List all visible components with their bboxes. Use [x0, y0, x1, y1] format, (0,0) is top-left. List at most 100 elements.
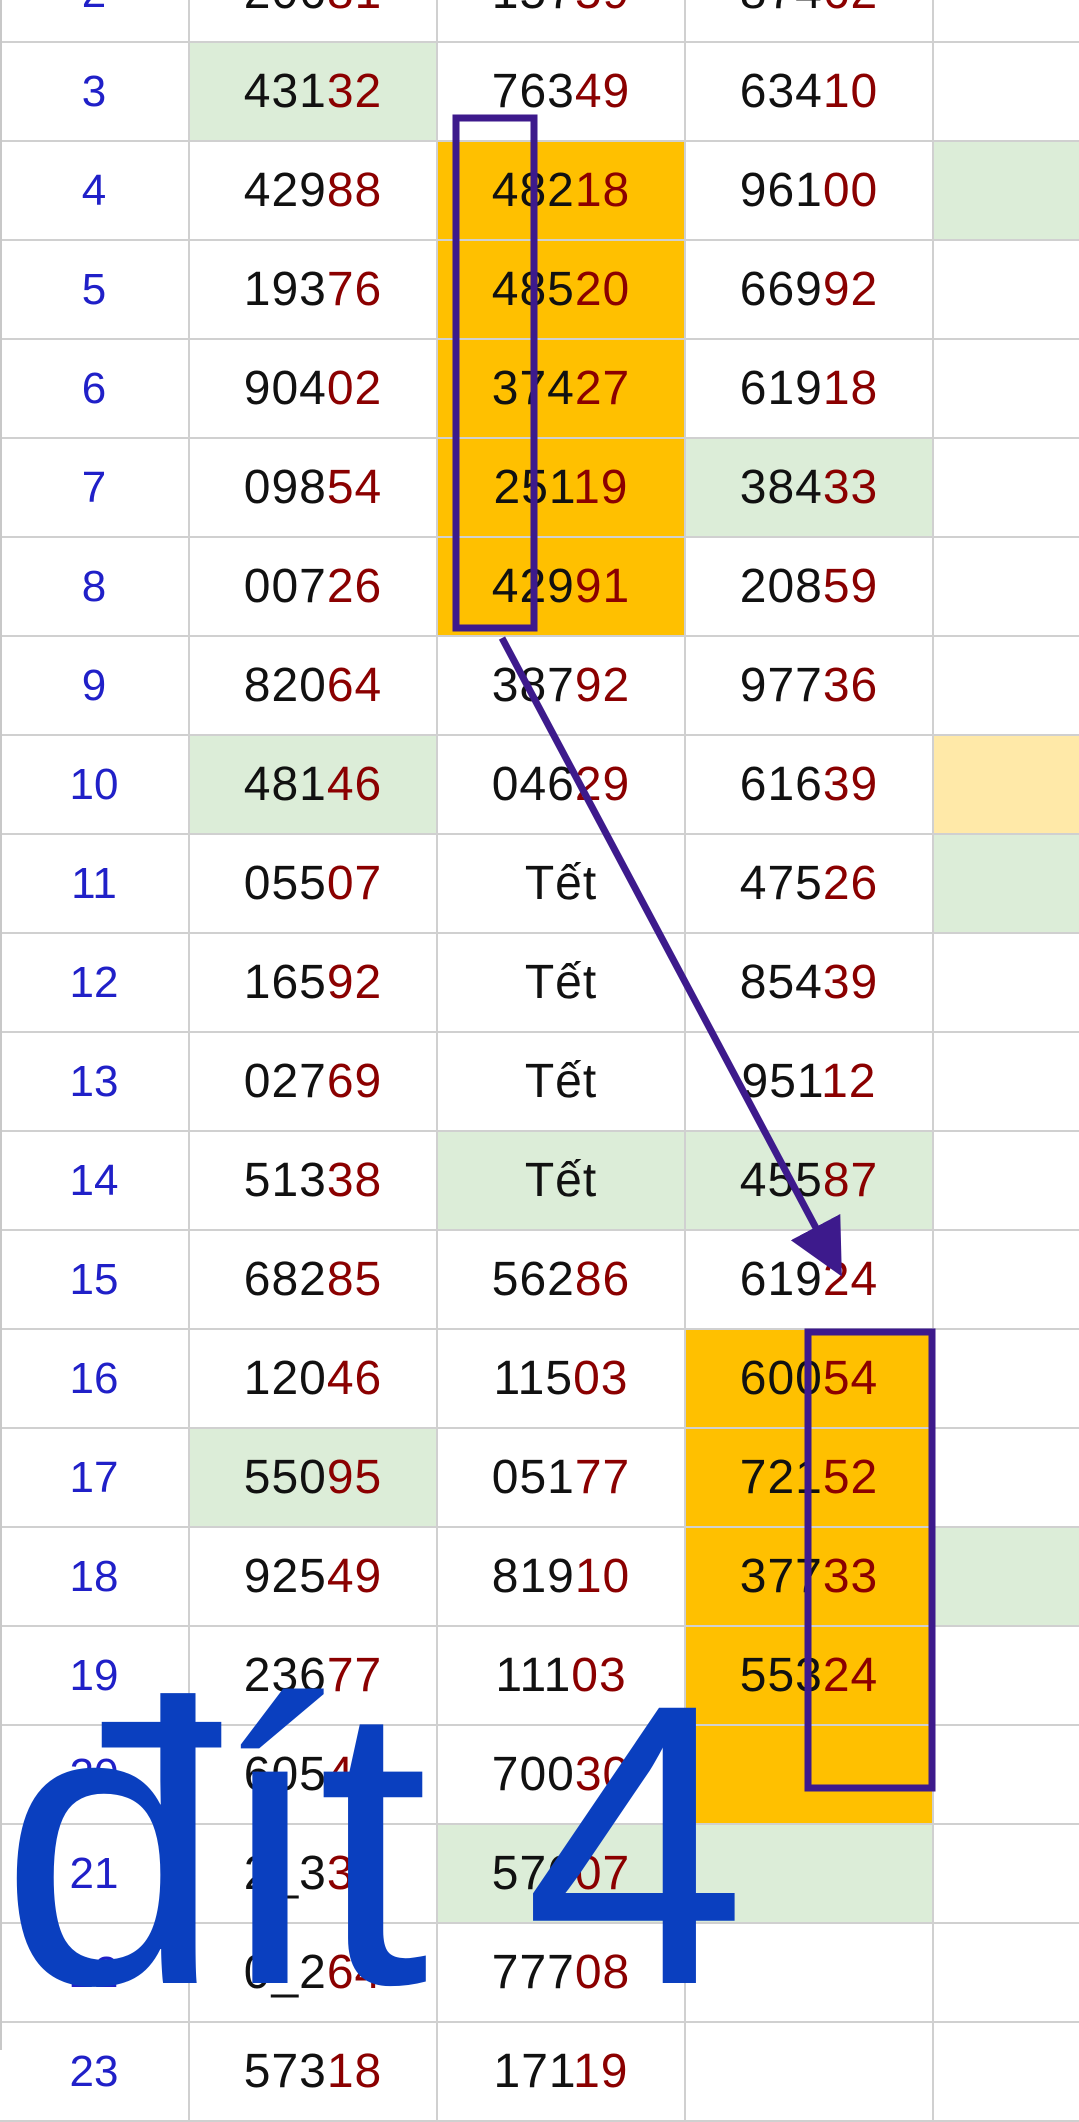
- row-number: 6: [0, 340, 190, 437]
- result-number-head: 098: [243, 461, 327, 514]
- result-cell: 42991: [438, 538, 686, 635]
- result-number-head: 251: [493, 461, 574, 514]
- result-cell: 37427: [438, 340, 686, 437]
- result-number-tail: 19: [573, 2045, 629, 2098]
- result-number: 47526: [740, 856, 878, 911]
- result-number-head: 562: [491, 1253, 575, 1306]
- result-number-head: 763: [491, 65, 575, 118]
- result-number-tail: 81: [327, 0, 382, 19]
- result-number-head: 431: [243, 65, 327, 118]
- result-number-tail: 29: [574, 758, 631, 811]
- result-cell: 45587: [686, 1132, 934, 1229]
- result-number-head: 977: [739, 659, 823, 712]
- result-number-head: 051: [491, 1451, 575, 1504]
- result-cell: [934, 241, 1079, 338]
- row-number-label: 8: [81, 561, 107, 611]
- result-number-tail: 49: [326, 1550, 383, 1603]
- row-number-label: 3: [81, 66, 107, 116]
- result-cell: [934, 0, 1079, 41]
- row-number-label: 12: [69, 957, 119, 1007]
- result-cell: Tết: [438, 1132, 686, 1229]
- result-number-head: 820: [243, 659, 327, 712]
- result-number-tail: 19: [573, 461, 629, 514]
- row-number-label: 17: [69, 1452, 119, 1502]
- result-number-head: 206: [244, 0, 327, 19]
- result-cell: 09854: [190, 439, 438, 536]
- result-cell: 56286: [438, 1231, 686, 1328]
- result-number: 72152: [740, 1450, 878, 1505]
- result-number-head: 951: [741, 1055, 822, 1108]
- table-row: 15 68285 56286 61924: [0, 1231, 1079, 1330]
- result-number-head: 513: [243, 1154, 327, 1207]
- result-number-head: 925: [243, 1550, 327, 1603]
- result-number: 05177: [492, 1450, 630, 1505]
- result-number-tail: 18: [326, 2045, 383, 2098]
- result-number-head: 429: [491, 560, 575, 613]
- result-number: 02769: [244, 1054, 382, 1109]
- result-cell: 51338: [190, 1132, 438, 1229]
- result-number-head: 384: [739, 461, 823, 514]
- result-number-tail: 32: [326, 65, 383, 118]
- result-number: 97736: [740, 658, 878, 713]
- result-cell: [934, 1231, 1079, 1328]
- row-number-label: 4: [81, 165, 107, 215]
- result-number-tail: 00: [822, 164, 879, 217]
- result-number-tail: 64: [326, 659, 383, 712]
- result-number: 12046: [244, 1351, 382, 1406]
- result-number-head: 027: [243, 1055, 327, 1108]
- result-number: 87462: [740, 0, 878, 20]
- result-number-tail: 85: [326, 1253, 383, 1306]
- table-row: 8 00726 42991 20859: [0, 538, 1079, 637]
- row-number: 9: [0, 637, 190, 734]
- result-number-tail: 69: [326, 1055, 383, 1108]
- table-row: 6 90402 37427 61918: [0, 340, 1079, 439]
- result-cell: 43132: [190, 43, 438, 140]
- result-cell: Tết: [438, 1033, 686, 1130]
- result-number-head: 374: [491, 362, 575, 415]
- result-number: 38433: [740, 460, 878, 515]
- result-cell: 63410: [686, 43, 934, 140]
- result-number-tail: 10: [822, 65, 879, 118]
- result-number-head: 550: [243, 1451, 327, 1504]
- result-number: 92549: [244, 1549, 382, 1604]
- result-number-tail: 62: [823, 0, 878, 19]
- result-cell: 96100: [686, 142, 934, 239]
- result-cell: 85439: [686, 934, 934, 1031]
- row-number-label: 7: [81, 462, 107, 512]
- result-number-head: 481: [243, 758, 327, 811]
- result-cell: 04629: [438, 736, 686, 833]
- result-number-tail: 27: [574, 362, 631, 415]
- table-row: 11 05507 Tết 47526: [0, 835, 1079, 934]
- result-number-head: 171: [493, 2045, 574, 2098]
- result-number-tail: 18: [822, 362, 879, 415]
- table-row: 9 82064 38792 97736: [0, 637, 1079, 736]
- result-number: 55095: [244, 1450, 382, 1505]
- result-number: 37427: [492, 361, 630, 416]
- result-number-tail: 39: [822, 758, 879, 811]
- result-number: 68285: [244, 1252, 382, 1307]
- result-number: 05507: [244, 856, 382, 911]
- result-number: 56286: [492, 1252, 630, 1307]
- result-cell: Tết: [438, 934, 686, 1031]
- result-number: 17119: [494, 2044, 629, 2099]
- result-number: 48146: [244, 757, 382, 812]
- result-number: 15759: [492, 0, 630, 20]
- result-number-head: 482: [491, 164, 575, 217]
- result-number: 37733: [740, 1549, 878, 1604]
- result-number-head: 055: [243, 857, 327, 910]
- result-cell: 55095: [190, 1429, 438, 1526]
- result-cell: 82064: [190, 637, 438, 734]
- result-number-tail: 59: [822, 560, 879, 613]
- result-number-head: 874: [740, 0, 823, 19]
- table-row: 12 16592 Tết 85439: [0, 934, 1079, 1033]
- result-cell: 87462: [686, 0, 934, 41]
- result-number: 04629: [492, 757, 630, 812]
- result-cell: 42988: [190, 142, 438, 239]
- result-number-head: 157: [492, 0, 575, 19]
- result-number-head: 485: [491, 263, 575, 316]
- row-number: 4: [0, 142, 190, 239]
- result-number-tail: 46: [326, 758, 383, 811]
- result-cell: [934, 637, 1079, 734]
- result-cell: 76349: [438, 43, 686, 140]
- row-number: 12: [0, 934, 190, 1031]
